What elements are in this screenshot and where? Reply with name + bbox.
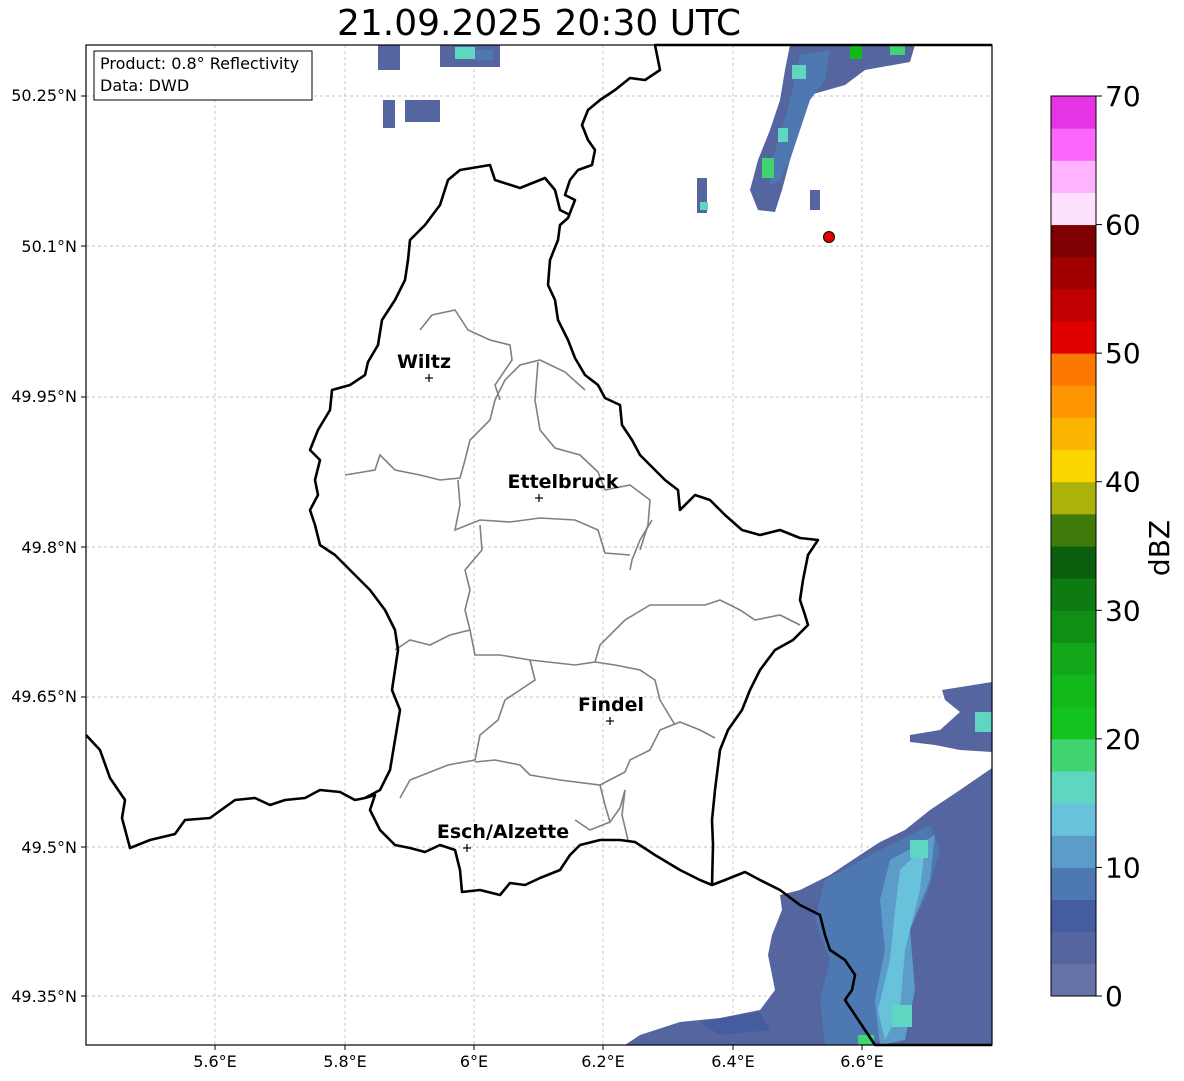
x-tick-label: 6.4°E (711, 1052, 755, 1071)
colorbar-segment (1051, 674, 1096, 708)
info-box: Product: 0.8° Reflectivity Data: DWD (93, 50, 313, 101)
colorbar-tick-label: 0 (1105, 980, 1123, 1013)
colorbar: 0 10 20 30 40 50 60 70 dBZ (1050, 80, 1176, 1013)
colorbar-segment (1051, 899, 1096, 933)
colorbar-segment (1051, 803, 1096, 836)
colorbar-segment (1051, 288, 1096, 322)
colorbar-segment (1051, 256, 1096, 290)
colorbar-segment (1051, 706, 1096, 740)
radar-echo-east (910, 682, 992, 752)
colorbar-tick-label: 20 (1105, 723, 1141, 756)
radar-echo-northeast (750, 45, 915, 212)
x-tick-label: 6.6°E (840, 1052, 884, 1071)
colorbar-tick-label: 50 (1105, 337, 1141, 370)
radar-echo-southeast (625, 768, 992, 1045)
city-label-findel: Findel (578, 694, 644, 716)
colorbar-segment (1051, 224, 1096, 258)
colorbar-segment (1051, 642, 1096, 676)
x-tick-label: 6.2°E (581, 1052, 625, 1071)
city-label-ettelbruck: Ettelbruck (508, 471, 619, 493)
y-tick-label: 50.1°N (21, 237, 77, 256)
radar-site-marker (823, 231, 835, 243)
colorbar-tick-label: 60 (1105, 209, 1141, 242)
info-product: Product: 0.8° Reflectivity (100, 54, 299, 73)
colorbar-label: dBZ (1143, 520, 1176, 576)
colorbar-segment (1051, 931, 1096, 965)
colorbar-segment (1051, 481, 1096, 515)
y-tick-label: 49.95°N (11, 387, 77, 406)
colorbar-segment (1051, 963, 1096, 997)
colorbar-segment (1051, 128, 1096, 161)
colorbar-segment (1051, 353, 1096, 386)
y-tick-label: 49.65°N (11, 687, 77, 706)
canton-borders (344, 309, 801, 841)
colorbar-segment (1051, 449, 1096, 483)
colorbar-segment (1051, 160, 1096, 193)
colorbar-segment (1051, 385, 1096, 418)
x-tick-label: 5.8°E (323, 1052, 367, 1071)
city-label-esch-alzette: Esch/Alzette (437, 821, 569, 843)
colorbar-segment (1051, 867, 1096, 901)
colorbar-segment (1051, 835, 1096, 868)
colorbar-segment (1051, 321, 1096, 354)
x-tick-label: 5.6°E (193, 1052, 237, 1071)
colorbar-segment (1051, 610, 1096, 643)
colorbar-segment (1051, 578, 1096, 611)
colorbar-segment (1051, 417, 1096, 451)
info-data-source: Data: DWD (100, 76, 189, 95)
city-markers (425, 374, 614, 852)
y-tick-label: 49.8°N (21, 538, 77, 557)
x-tick-label: 6°E (460, 1052, 488, 1071)
colorbar-tick-label: 30 (1105, 594, 1141, 627)
y-tick-label: 49.35°N (11, 987, 77, 1006)
colorbar-segment (1051, 513, 1096, 547)
colorbar-segment (1051, 192, 1096, 226)
colorbar-segment (1051, 96, 1096, 129)
y-tick-label: 50.25°N (11, 86, 77, 105)
colorbar-segment (1051, 771, 1096, 804)
city-label-wiltz: Wiltz (397, 351, 451, 373)
y-tick-label: 49.5°N (21, 838, 77, 857)
colorbar-segment (1051, 546, 1096, 579)
colorbar-tick-label: 10 (1105, 851, 1141, 884)
colorbar-tick-label: 40 (1105, 466, 1141, 499)
colorbar-tick-label: 70 (1105, 80, 1141, 113)
colorbar-segment (1051, 738, 1096, 772)
y-axis-ticks: 50.25°N 50.1°N 49.95°N 49.8°N 49.65°N 49… (11, 86, 86, 1006)
x-axis-ticks: 5.6°E 5.8°E 6°E 6.2°E 6.4°E 6.6°E (193, 1045, 884, 1071)
